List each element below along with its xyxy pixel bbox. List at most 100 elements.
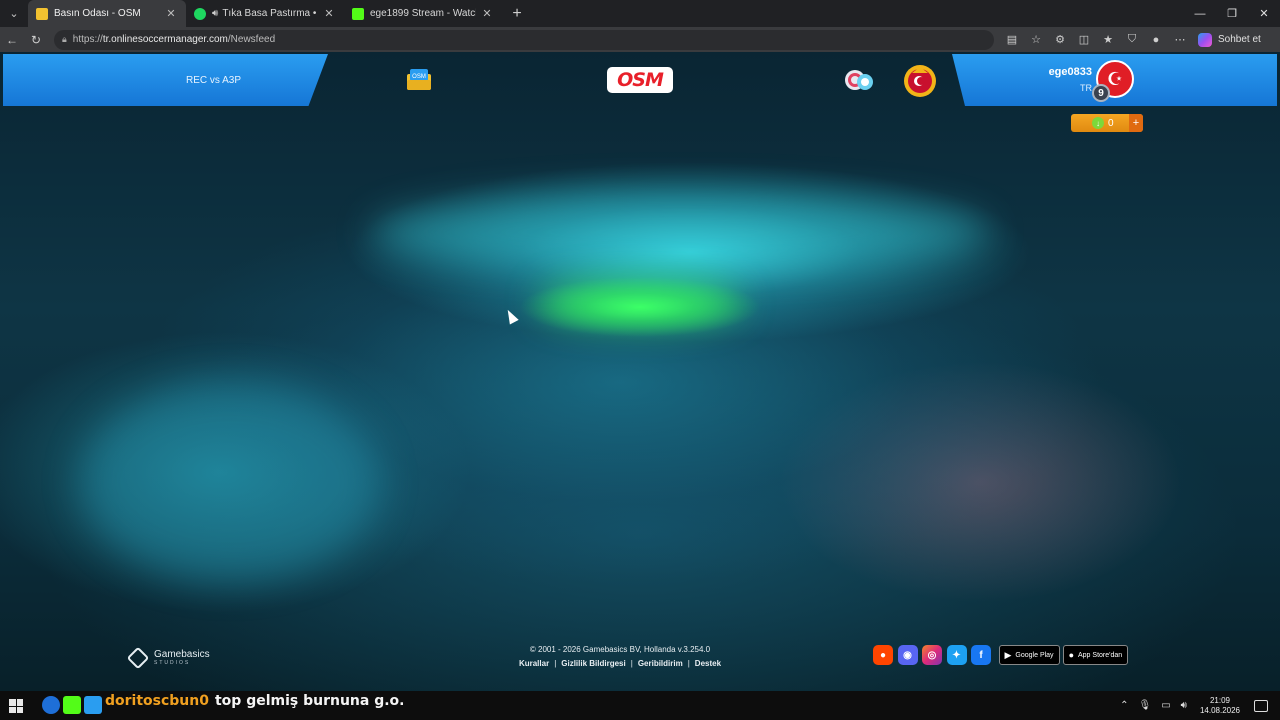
refresh-icon: ↻ xyxy=(30,32,42,47)
osm-logo[interactable]: OSM xyxy=(607,67,673,93)
coin-balance[interactable]: ↓ 0 + xyxy=(1071,114,1143,132)
coin-icon: ↓ xyxy=(1092,117,1104,129)
minimize-icon[interactable]: — xyxy=(1184,0,1216,27)
copilot-button[interactable]: Sohbet et xyxy=(1198,32,1261,47)
kick-favicon-icon xyxy=(352,7,364,20)
microphone-icon[interactable]: 🎙︎ xyxy=(1138,700,1151,711)
tab-bar: ⌄ Basın Odası - OSM ✕ 🔊︎ Tıka Basa Pastı… xyxy=(0,0,1280,27)
network-icon[interactable]: ▭ xyxy=(1161,700,1170,711)
chevron-down-icon: ⌄ xyxy=(9,8,19,20)
address-toolbar: ← ↻ 🔒︎ https://tr.onlinesoccermanager.co… xyxy=(0,27,1280,52)
club-crest-icon[interactable] xyxy=(902,63,938,99)
news-inbox-icon[interactable]: OSM xyxy=(405,66,433,92)
add-coins-button[interactable]: + xyxy=(1129,114,1143,132)
divider: | xyxy=(554,659,557,668)
footer-link-privacy[interactable]: Gizlilik Bildirgesi xyxy=(561,659,625,668)
taskbar-app-icon[interactable] xyxy=(42,696,60,714)
stadium-pitch xyxy=(540,282,740,322)
stadium-background xyxy=(370,192,990,272)
shield-icon[interactable]: ⛉ xyxy=(1120,33,1144,46)
back-button[interactable]: ← xyxy=(0,27,24,52)
close-tab-icon[interactable]: ✕ xyxy=(322,7,336,20)
target-icon[interactable] xyxy=(843,68,875,92)
toolbar-icons: ▤ ☆ ⚙ ◫ ★ ⛉ ● ⋯ xyxy=(1000,33,1192,46)
profile-avatar-icon[interactable]: ● xyxy=(1144,34,1168,46)
windows-start-icon[interactable] xyxy=(9,699,23,713)
url-path: /Newsfeed xyxy=(227,34,276,45)
apple-icon: ● xyxy=(1068,650,1074,660)
svg-text:OSM: OSM xyxy=(412,74,426,80)
split-screen-icon[interactable]: ◫ xyxy=(1072,33,1096,46)
url-host: tr.onlinesoccermanager.com xyxy=(102,34,228,45)
favorite-star-icon[interactable]: ☆ xyxy=(1024,33,1048,46)
match-label: REC vs A3P xyxy=(186,74,242,86)
tab-spotify[interactable]: 🔊︎ Tıka Basa Pastırma • Ahmet K ✕ xyxy=(186,0,344,27)
close-window-icon[interactable]: ✕ xyxy=(1248,0,1280,27)
site-info-icon[interactable]: 🔒︎ xyxy=(62,34,67,45)
refresh-button[interactable]: ↻ xyxy=(24,27,48,52)
google-play-icon: ▶ xyxy=(1004,649,1012,660)
game-viewport: REC vs A3P OSM OSM ege0833 TR ☪ 9 ↓ 0 + xyxy=(0,52,1280,691)
level-badge: 9 xyxy=(1092,84,1110,102)
url-field[interactable]: 🔒︎ https://tr.onlinesoccermanager.com/Ne… xyxy=(54,29,994,50)
footer-link-support[interactable]: Destek xyxy=(695,659,721,668)
google-play-label: Google Play xyxy=(1015,651,1054,659)
discord-icon[interactable]: ◉ xyxy=(897,645,918,665)
clock[interactable]: 21:09 14.08.2026 xyxy=(1200,696,1240,716)
stadium-stands xyxy=(80,382,380,582)
system-tray: ⌃ 🎙︎ ▭ 🔊︎ 21:09 14.08.2026 xyxy=(1115,691,1280,720)
footer-links: Kurallar | Gizlilik Bildirgesi | Geribil… xyxy=(480,659,760,668)
copyright-text: © 2001 - 2026 Gamebasics BV, Hollanda v.… xyxy=(529,645,711,654)
facebook-icon[interactable]: f xyxy=(971,645,991,665)
reddit-icon[interactable]: ● xyxy=(873,645,893,665)
extensions-icon[interactable]: ⚙ xyxy=(1048,33,1072,46)
more-options-icon[interactable]: ⋯ xyxy=(1168,33,1192,46)
app-store-button[interactable]: ● App Store'dan xyxy=(1062,645,1129,665)
chat-username: doritoscbun0 xyxy=(105,693,209,709)
match-panel[interactable]: REC vs A3P xyxy=(3,54,328,106)
tab-osm[interactable]: Basın Odası - OSM ✕ xyxy=(28,0,186,27)
username: ege0833 xyxy=(1048,66,1092,78)
copilot-label: Sohbet et xyxy=(1218,34,1261,45)
social-links: ● ◉ ◎ ✦ f ▶ Google Play ● App Store'dan xyxy=(873,645,1129,665)
tab-title: Tıka Basa Pastırma • Ahmet K xyxy=(222,8,318,19)
url-scheme: https:// xyxy=(72,34,103,45)
app-store-label: App Store'dan xyxy=(1078,651,1123,659)
close-tab-icon[interactable]: ✕ xyxy=(164,7,178,20)
chevron-up-icon[interactable]: ⌃ xyxy=(1120,700,1128,711)
close-tab-icon[interactable]: ✕ xyxy=(480,7,494,20)
user-country: TR xyxy=(1080,83,1092,93)
divider: | xyxy=(687,659,690,668)
stream-chat-message: doritoscbun0 top gelmiş burnuna g.o. xyxy=(105,693,405,709)
tab-list-button[interactable]: ⌄ xyxy=(0,0,28,27)
clock-date: 14.08.2026 xyxy=(1199,705,1240,715)
taskbar-app-icon[interactable] xyxy=(63,696,81,714)
footer-link-feedback[interactable]: Geribildirim xyxy=(638,659,683,668)
instagram-icon[interactable]: ◎ xyxy=(922,645,942,665)
gamebasics-logo[interactable]: Gamebasics STUDIOS xyxy=(126,646,210,670)
new-tab-button[interactable]: + xyxy=(506,5,528,23)
notification-icon[interactable] xyxy=(1254,699,1268,712)
footer-link-rules[interactable]: Kurallar xyxy=(519,659,549,668)
clock-time: 21:09 xyxy=(1209,695,1230,705)
coin-value: 0 xyxy=(1108,117,1114,129)
restore-icon[interactable]: ❐ xyxy=(1216,0,1248,27)
tab-title: Basın Odası - OSM xyxy=(54,8,141,19)
taskbar-app-icon[interactable] xyxy=(84,696,102,714)
window-controls: — ❐ ✕ xyxy=(1184,0,1280,27)
volume-icon[interactable]: 🔊︎ xyxy=(1181,700,1187,711)
speaker-icon[interactable]: 🔊︎ xyxy=(212,8,218,19)
divider: | xyxy=(630,659,633,668)
favorites-icon[interactable]: ★ xyxy=(1096,33,1120,46)
reader-view-icon[interactable]: ▤ xyxy=(1000,33,1024,46)
tab-title: ege1899 Stream - Watch Live on K xyxy=(370,8,476,19)
twitter-icon[interactable]: ✦ xyxy=(946,645,967,665)
osm-favicon-icon xyxy=(36,7,48,20)
gamebasics-name: Gamebasics xyxy=(154,649,210,660)
google-play-button[interactable]: ▶ Google Play xyxy=(998,645,1060,665)
arrow-left-icon: ← xyxy=(6,32,18,47)
gamebasics-sub: STUDIOS xyxy=(154,660,191,666)
tab-kick[interactable]: ege1899 Stream - Watch Live on K ✕ xyxy=(344,0,502,27)
copilot-icon xyxy=(1198,32,1212,47)
spotify-favicon-icon xyxy=(194,7,206,20)
